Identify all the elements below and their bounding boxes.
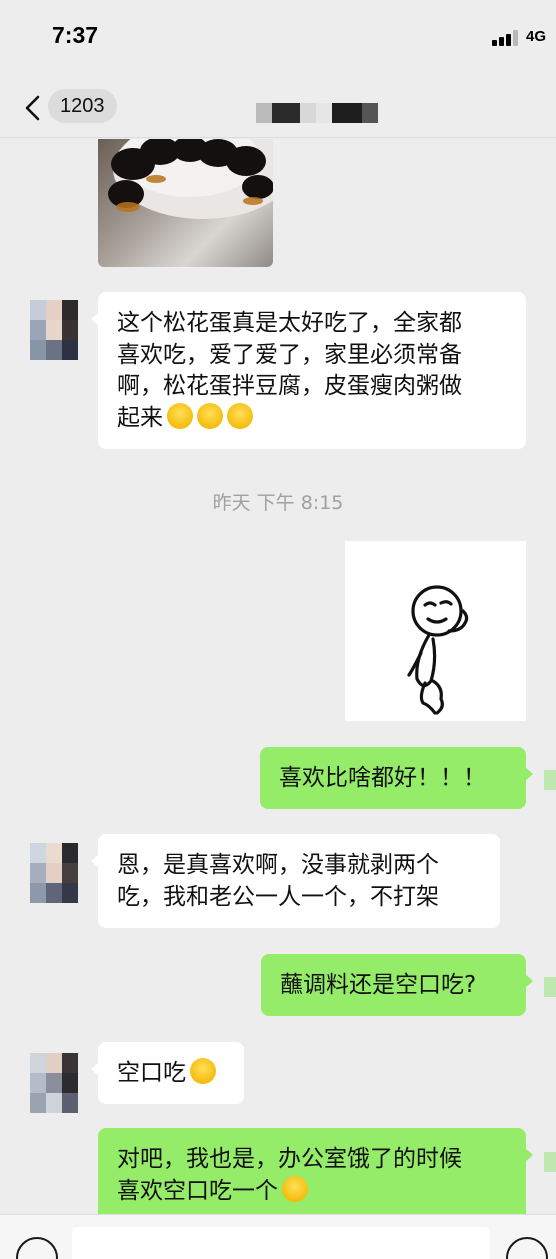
message-text: 对吧，我也是，办公室饿了的时候 喜欢空口吃一个	[117, 1146, 462, 1204]
message-bubble[interactable]: 这个松花蛋真是太好吃了，全家都 喜欢吃，爱了爱了，家里必须常备 啊，松花蛋拌豆腐…	[91, 292, 526, 449]
avatar[interactable]	[30, 1053, 78, 1113]
image-message[interactable]	[98, 139, 273, 267]
sticker-message[interactable]	[345, 541, 526, 721]
heart-eyes-emoji-icon	[227, 402, 253, 429]
message-text: 空口吃	[117, 1058, 216, 1090]
network-type: 4G	[526, 28, 547, 45]
message-bubble[interactable]: 对吧，我也是，办公室饿了的时候 喜欢空口吃一个	[98, 1128, 533, 1214]
thinking-emoji-icon	[282, 1175, 308, 1202]
avatar[interactable]	[30, 300, 78, 360]
status-bar: 7:37 4G	[0, 0, 556, 76]
redacted-avatar-edge	[544, 1152, 556, 1172]
heart-eyes-emoji-icon	[167, 402, 193, 429]
emoji-icon[interactable]	[506, 1237, 548, 1259]
chevron-left-icon[interactable]	[22, 94, 46, 122]
message-text: 喜欢比啥都好！！！	[279, 765, 486, 791]
unread-count-badge[interactable]: 1203	[48, 89, 117, 123]
message-bubble[interactable]: 喜欢比啥都好！！！	[260, 747, 533, 809]
message-text: 蘸调料还是空口吃?	[280, 972, 477, 998]
chat-header: 1203	[0, 76, 556, 138]
chat-title-redacted	[256, 103, 378, 123]
message-input[interactable]	[72, 1227, 490, 1259]
message-bubble[interactable]: 蘸调料还是空口吃?	[261, 954, 533, 1016]
message-bubble[interactable]: 恩，是真喜欢啊，没事就剥两个 吃，我和老公一人一个，不打架	[91, 834, 500, 928]
status-time: 7:37	[52, 22, 99, 48]
voice-icon[interactable]	[16, 1237, 58, 1259]
laughing-tears-emoji-icon	[190, 1058, 216, 1084]
message-bubble[interactable]: 空口吃	[91, 1042, 244, 1104]
input-bar	[0, 1214, 556, 1259]
stick-figure-sticker	[407, 585, 469, 715]
message-timestamp: 昨天 下午 8:15	[212, 492, 344, 514]
redacted-avatar-edge	[544, 977, 556, 997]
heart-eyes-emoji-icon	[197, 402, 223, 429]
signal-icon	[492, 30, 520, 46]
redacted-avatar-edge	[544, 770, 556, 790]
message-text: 恩，是真喜欢啊，没事就剥两个 吃，我和老公一人一个，不打架	[117, 852, 439, 910]
preserved-eggs-photo	[108, 139, 273, 219]
message-text: 这个松花蛋真是太好吃了，全家都 喜欢吃，爱了爱了，家里必须常备 啊，松花蛋拌豆腐…	[117, 310, 462, 431]
avatar[interactable]	[30, 843, 78, 903]
